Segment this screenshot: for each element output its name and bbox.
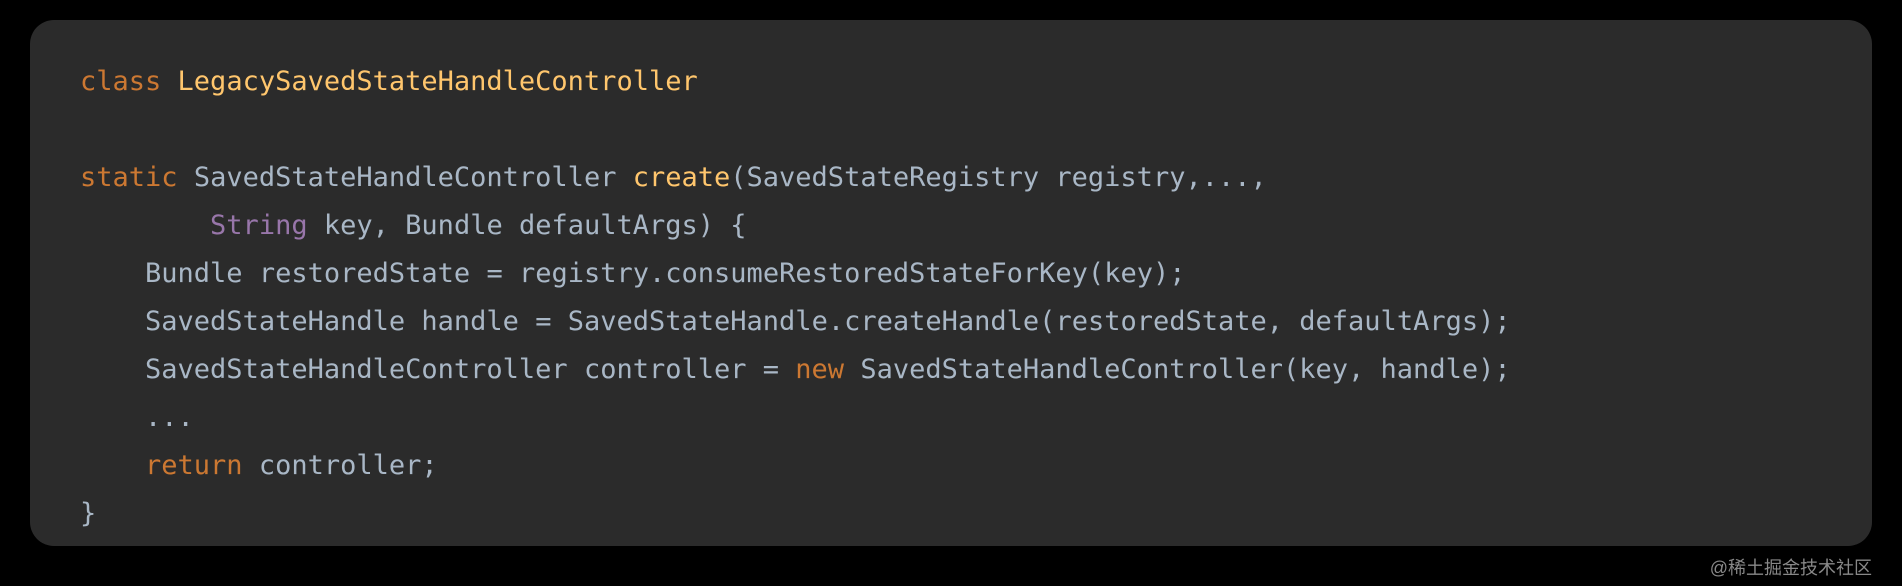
line5-arg2: handle [1381,354,1479,385]
code-line-4: SavedStateHandle handle = SavedStateHand… [80,298,1822,346]
line4-type: SavedStateHandle [145,306,405,337]
line5-var: controller [584,354,747,385]
return-type: SavedStateHandleController [194,162,617,193]
line5-ctor: SavedStateHandleController [860,354,1283,385]
param2-type: String [210,210,308,241]
method-name: create [633,162,731,193]
param-ellipsis: ... [1202,162,1251,193]
code-line-1: class LegacySavedStateHandleController [80,58,1822,106]
line5-arg1: key [1299,354,1348,385]
line6-dots: ... [145,402,194,433]
line4-arg1: restoredState [1055,306,1266,337]
line3-arg: key [1104,258,1153,289]
class-name: LegacySavedStateHandleController [178,66,698,97]
line4-var: handle [421,306,519,337]
code-line-8: } [80,490,1822,538]
line5-type: SavedStateHandleController [145,354,568,385]
keyword-class: class [80,66,161,97]
code-line-5: SavedStateHandleController controller = … [80,346,1822,394]
watermark: @稀土掘金技术社区 [1710,554,1872,580]
line3-method: consumeRestoredStateForKey [665,258,1088,289]
code-line-7: return controller; [80,442,1822,490]
code-line-3: Bundle restoredState = registry.consumeR… [80,250,1822,298]
line3-obj: registry [519,258,649,289]
line4-method: createHandle [844,306,1039,337]
keyword-new: new [795,354,844,385]
param3-type: Bundle [405,210,503,241]
keyword-return: return [145,450,243,481]
line3-var: restoredState [259,258,470,289]
line4-arg2: defaultArgs [1299,306,1478,337]
code-line-blank [80,106,1822,154]
code-block: class LegacySavedStateHandleController s… [30,20,1872,546]
param2-name: key [324,210,373,241]
param3-name: defaultArgs [519,210,698,241]
code-line-2b: String key, Bundle defaultArgs) { [80,202,1822,250]
keyword-static: static [80,162,178,193]
code-line-2: static SavedStateHandleController create… [80,154,1822,202]
line4-class: SavedStateHandle [568,306,828,337]
param1-type: SavedStateRegistry [747,162,1040,193]
param1-name: registry [1055,162,1185,193]
code-line-6: ... [80,394,1822,442]
line3-type: Bundle [145,258,243,289]
return-var: controller [259,450,422,481]
